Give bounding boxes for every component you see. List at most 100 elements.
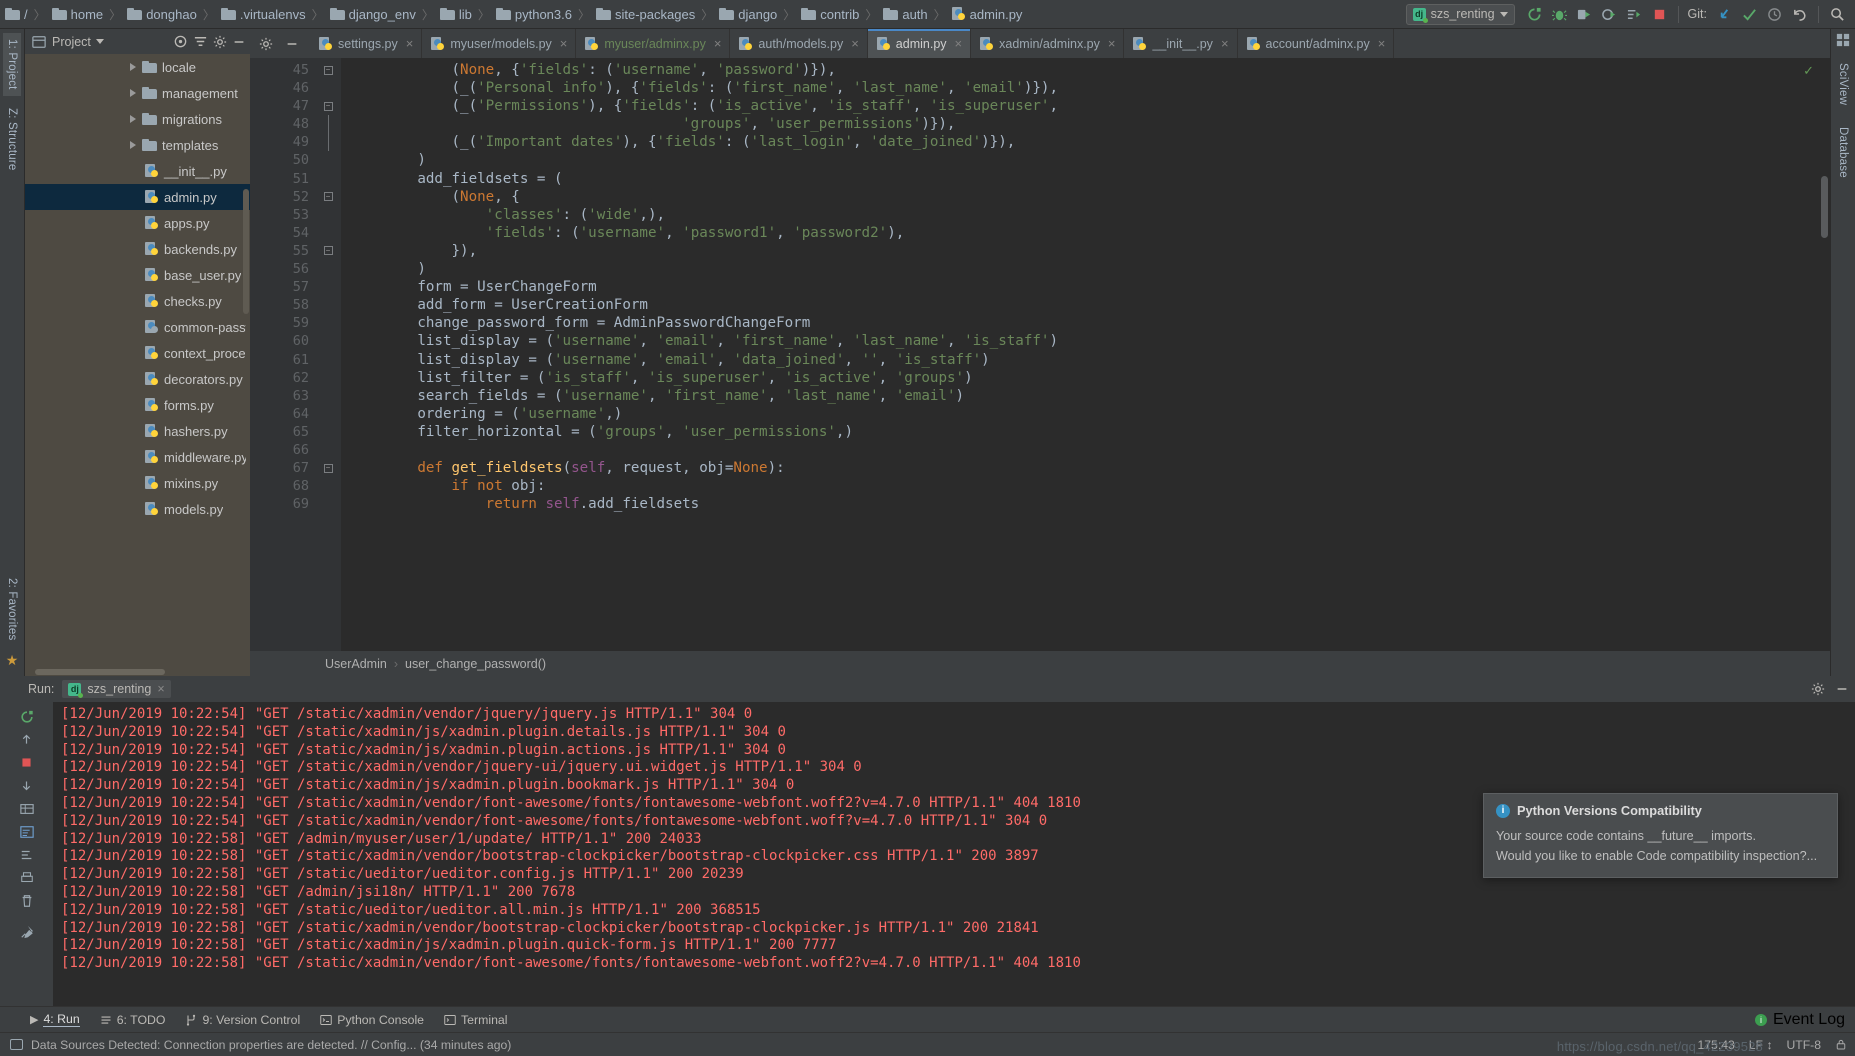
editor-tab[interactable]: admin.py × (867, 29, 972, 58)
tree-item[interactable]: apps.py (25, 210, 250, 236)
status-message[interactable]: Data Sources Detected: Connection proper… (31, 1038, 511, 1052)
line-number[interactable]: 67 (250, 459, 333, 477)
fold-marker[interactable] (315, 260, 341, 278)
breadcrumb-item[interactable]: site-packages (595, 7, 696, 22)
code-line[interactable]: (_('Personal info'), {'fields': ('first_… (349, 79, 1830, 97)
run-tab[interactable]: dj szs_renting × (62, 680, 171, 698)
fold-marker[interactable] (315, 351, 341, 369)
fold-marker[interactable] (315, 441, 341, 459)
close-icon[interactable]: × (157, 682, 164, 696)
line-number[interactable]: 62 (250, 369, 333, 387)
code-line[interactable]: ) (349, 260, 1830, 278)
code-line[interactable]: change_password_form = AdminPasswordChan… (349, 314, 1830, 332)
code-line[interactable] (349, 441, 1830, 459)
fold-marker[interactable]: − (315, 459, 341, 477)
line-number[interactable]: 61 (250, 351, 333, 369)
fold-marker[interactable] (315, 314, 341, 332)
line-number[interactable]: 49 (250, 133, 315, 151)
code-line[interactable]: list_display = ('username', 'email', 'da… (349, 351, 1830, 369)
hide-panel-icon[interactable] (285, 37, 299, 51)
editor-tab[interactable]: myuser/adminx.py × (576, 29, 731, 58)
breadcrumb-item[interactable]: donghao (126, 7, 198, 22)
sciview-grid-icon[interactable] (1836, 33, 1850, 47)
gear-icon[interactable] (259, 37, 273, 51)
close-icon[interactable]: × (1105, 36, 1116, 51)
fold-marker[interactable] (315, 369, 341, 387)
gear-icon[interactable] (1811, 682, 1825, 696)
breadcrumb-item[interactable]: home (51, 7, 105, 22)
stop-button[interactable] (1648, 3, 1671, 26)
tree-item[interactable]: locale (25, 54, 250, 80)
code-line[interactable]: if not obj: (349, 477, 1830, 495)
tree-item[interactable]: base_user.py (25, 262, 250, 288)
code-line[interactable]: (None, {'fields': ('username', 'password… (349, 61, 1830, 79)
breadcrumb-method[interactable]: user_change_password() (405, 657, 546, 671)
sidebar-item-favorites[interactable]: 2: Favorites (3, 572, 21, 646)
hide-panel-icon[interactable] (1835, 682, 1849, 696)
fold-marker[interactable] (315, 133, 341, 152)
line-number[interactable]: 51 (250, 170, 315, 188)
fold-marker[interactable] (315, 296, 341, 314)
source-code[interactable]: (None, {'fields': ('username', 'password… (341, 58, 1830, 651)
line-number[interactable]: 48 (250, 115, 315, 133)
code-line[interactable]: add_fieldsets = ( (349, 170, 1830, 188)
code-line[interactable]: }), (349, 242, 1830, 260)
sidebar-item-project[interactable]: 1: Project (3, 33, 21, 96)
fold-marker[interactable] (315, 79, 341, 97)
run-tests-button[interactable] (1623, 3, 1646, 26)
fold-marker[interactable] (315, 405, 341, 423)
line-number[interactable]: 56 (250, 260, 315, 278)
tree-horizontal-scrollbar[interactable] (25, 667, 250, 676)
fold-marker[interactable]: − (315, 242, 341, 260)
line-number[interactable]: 52 (250, 188, 315, 206)
code-line[interactable]: def get_fieldsets(self, request, obj=Non… (349, 459, 1830, 477)
stop-icon[interactable] (16, 752, 38, 773)
rerun-button[interactable] (1523, 3, 1546, 26)
line-number[interactable]: 63 (250, 387, 333, 405)
close-icon[interactable]: × (1375, 36, 1386, 51)
close-icon[interactable]: × (557, 36, 568, 51)
scroll-to-source-icon[interactable] (173, 34, 188, 49)
fold-marker[interactable] (315, 206, 341, 224)
code-line[interactable]: 'groups', 'user_permissions')}), (349, 115, 1830, 133)
tree-item[interactable]: migrations (25, 106, 250, 132)
code-line[interactable]: add_form = UserCreationForm (349, 296, 1830, 314)
line-number[interactable]: 53 (250, 206, 315, 224)
sidebar-item-structure[interactable]: Z: Structure (3, 102, 21, 176)
update-project-button[interactable] (1713, 3, 1736, 26)
print-grid-icon[interactable] (16, 798, 38, 819)
breadcrumb-item[interactable]: / (4, 7, 29, 22)
code-line[interactable]: form = UserChangeForm (349, 278, 1830, 296)
rollback-button[interactable] (1788, 3, 1811, 26)
tab-python-console[interactable]: Python Console (320, 1013, 424, 1027)
chevron-down-icon[interactable] (95, 39, 104, 44)
line-number[interactable]: 69 (250, 495, 315, 513)
close-icon[interactable]: × (1218, 36, 1229, 51)
fold-marker[interactable] (315, 278, 341, 296)
line-number[interactable]: 54 (250, 224, 315, 242)
scroll-to-end-icon[interactable] (16, 844, 38, 865)
run-configuration-selector[interactable]: dj szs_renting (1405, 3, 1515, 25)
breadcrumb-item[interactable]: .virtualenvs (220, 7, 307, 22)
code-line[interactable]: filter_horizontal = ('groups', 'user_per… (349, 423, 1830, 441)
fold-marker[interactable] (315, 477, 341, 495)
code-folding-gutter[interactable]: − − − − − (315, 58, 341, 651)
fold-marker[interactable] (315, 423, 341, 441)
line-number[interactable]: 57 (250, 278, 333, 296)
scroll-up-icon[interactable] (16, 729, 38, 750)
notification-line-2[interactable]: Would you like to enable Code compatibil… (1496, 846, 1825, 866)
tree-item[interactable]: admin.py (25, 184, 250, 210)
soft-wrap-icon[interactable] (16, 821, 38, 842)
event-log-button[interactable]: i Event Log (1754, 1011, 1845, 1029)
tree-item[interactable]: management (25, 80, 250, 106)
code-line[interactable]: ) (349, 151, 1830, 169)
tab-run[interactable]: ▶ 4: Run (30, 1012, 80, 1027)
fold-marker[interactable] (315, 332, 341, 350)
history-button[interactable] (1763, 3, 1786, 26)
fold-marker[interactable] (315, 170, 341, 188)
notification-balloon[interactable]: i Python Versions Compatibility Your sou… (1483, 793, 1838, 878)
debug-button[interactable] (1548, 3, 1571, 26)
run-with-coverage-button[interactable] (1573, 3, 1596, 26)
print-icon[interactable] (16, 867, 38, 888)
favorites-star-icon[interactable]: ★ (6, 652, 19, 672)
